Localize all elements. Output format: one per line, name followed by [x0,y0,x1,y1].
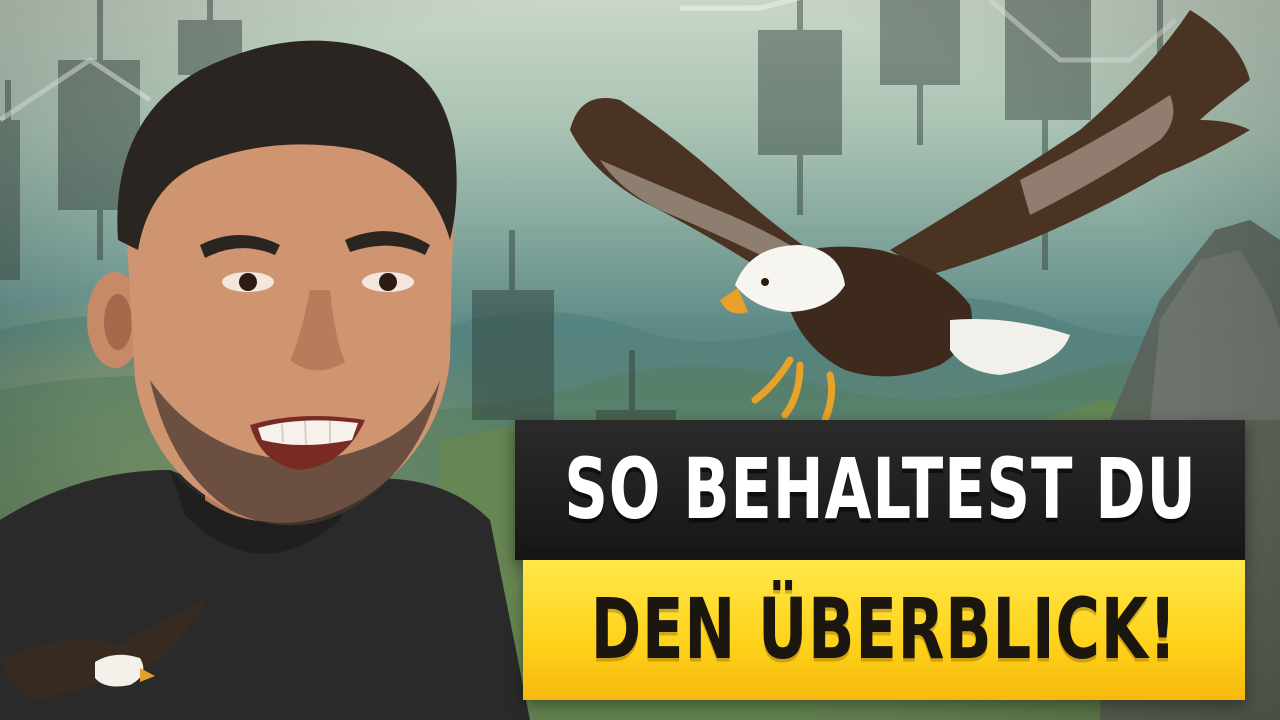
thumbnail-scene: SO BEHALTEST DU DEN ÜBERBLICK! [0,0,1280,720]
headline-line-1-banner: SO BEHALTEST DU [515,420,1245,560]
headline: SO BEHALTEST DU DEN ÜBERBLICK! [515,420,1245,700]
small-eagle-illustration [0,600,205,700]
bald-eagle-illustration [570,10,1250,424]
headline-line-2: DEN ÜBERBLICK! [590,581,1178,679]
headline-line-2-banner: DEN ÜBERBLICK! [523,560,1245,700]
headline-line-1: SO BEHALTEST DU [563,441,1197,539]
